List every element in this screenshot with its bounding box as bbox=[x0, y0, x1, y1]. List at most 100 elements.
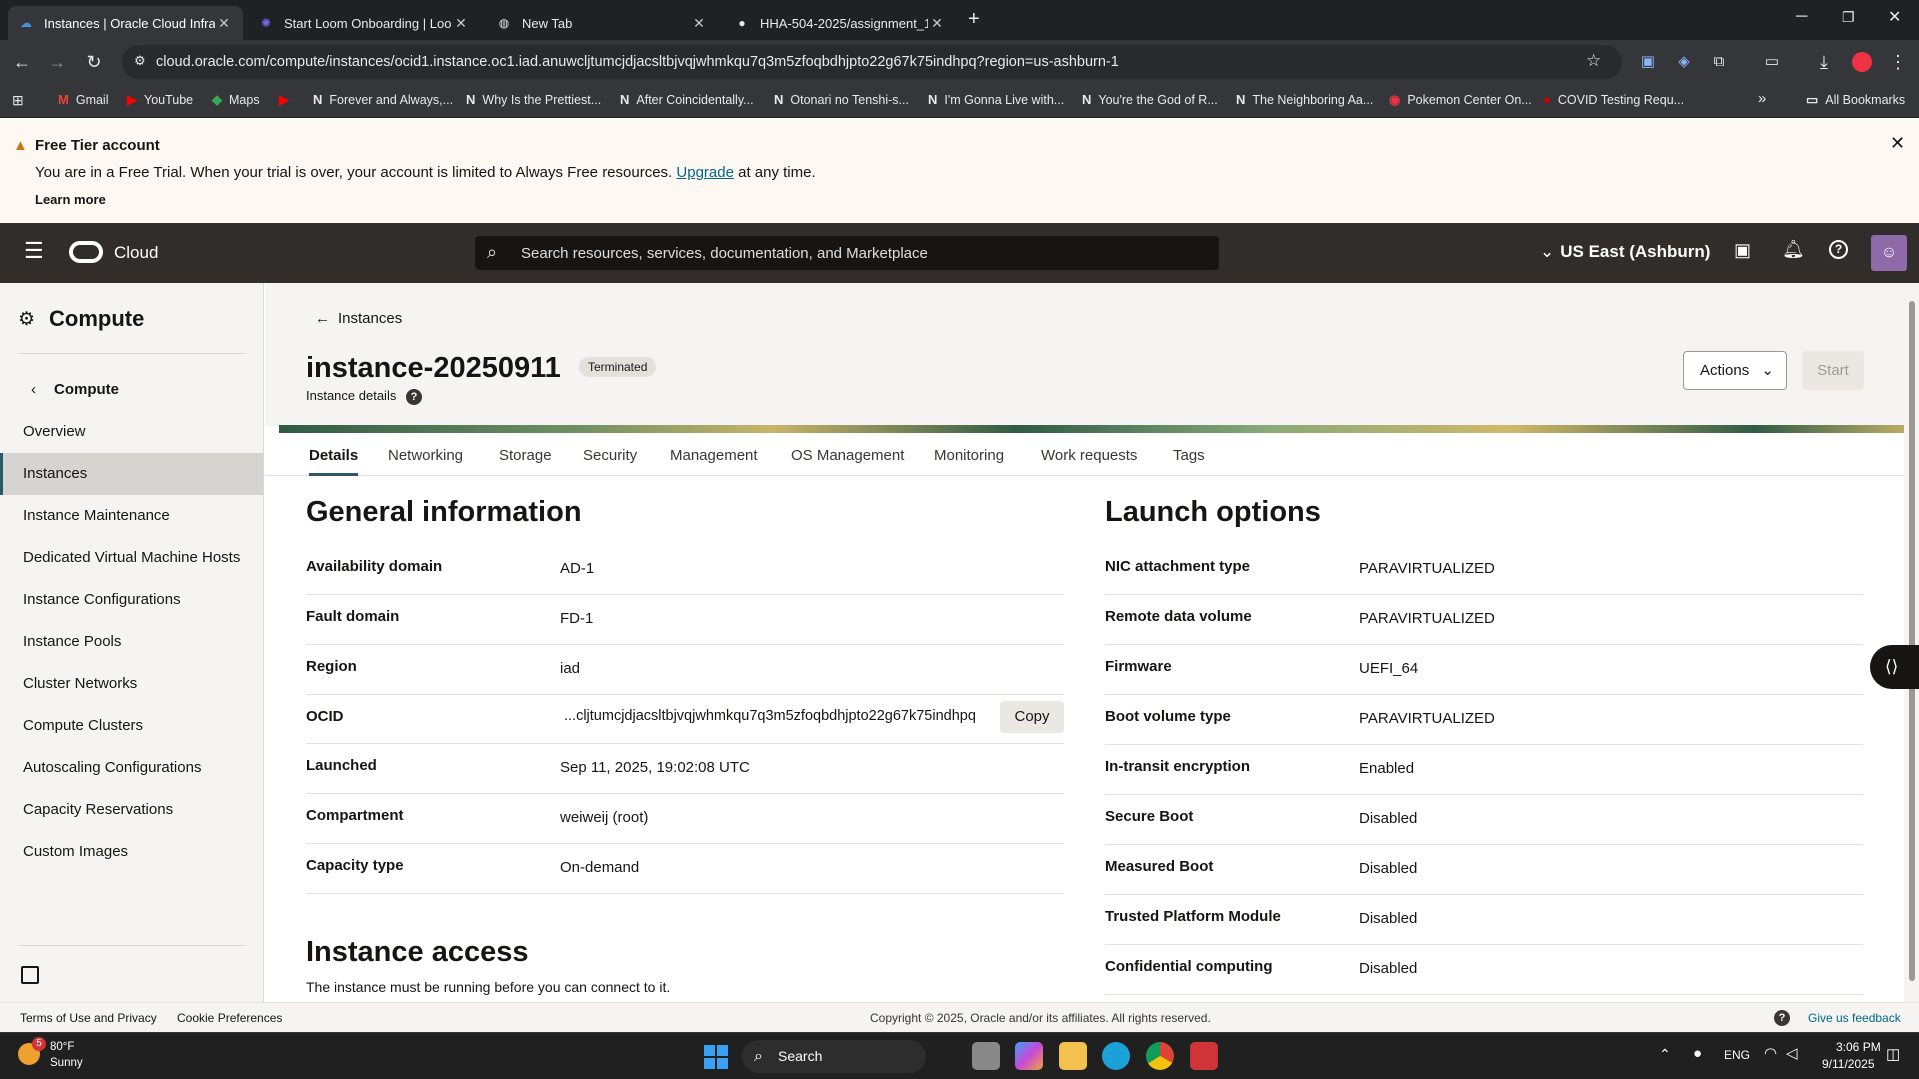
close-tab-icon[interactable]: ✕ bbox=[928, 15, 946, 32]
actions-button[interactable]: Actions ⌄ bbox=[1683, 351, 1787, 390]
weather-widget[interactable]: 5 80°F Sunny bbox=[18, 1037, 108, 1073]
close-window-icon[interactable]: ✕ bbox=[1888, 7, 1901, 27]
bookmark-novel-2[interactable]: N Why Is the Prettiest... bbox=[466, 92, 601, 107]
user-avatar[interactable]: ☺ bbox=[1871, 235, 1907, 271]
extension-icon-1[interactable]: ▣ bbox=[1636, 50, 1660, 74]
sidebar-back-compute[interactable]: ‹ Compute bbox=[31, 381, 119, 398]
taskbar-date[interactable]: 9/11/2025 bbox=[1822, 1057, 1875, 1071]
reload-icon[interactable]: ↻ bbox=[82, 50, 106, 74]
snipping-tool-icon[interactable] bbox=[1190, 1042, 1218, 1070]
start-button[interactable]: Start bbox=[1802, 351, 1864, 390]
sidebar-item-instances[interactable]: Instances bbox=[0, 453, 263, 495]
region-selector[interactable]: ⌄ US East (Ashburn) bbox=[1540, 242, 1710, 262]
bookmark-maps[interactable]: ◆ Maps bbox=[212, 92, 260, 108]
tab-monitoring[interactable]: Monitoring bbox=[934, 447, 1004, 464]
browser-tab-newtab[interactable]: ◍ New Tab ✕ bbox=[486, 6, 718, 40]
taskbar-time[interactable]: 3:06 PM bbox=[1836, 1040, 1881, 1054]
close-tab-icon[interactable]: ✕ bbox=[215, 15, 233, 32]
extensions-puzzle-icon[interactable]: ⧉ bbox=[1707, 50, 1731, 74]
learn-more-link[interactable]: Learn more bbox=[35, 192, 106, 207]
copilot-icon[interactable] bbox=[1015, 1042, 1043, 1070]
terms-link[interactable]: Terms of Use and Privacy bbox=[20, 1011, 157, 1025]
sidebar-item-autoscaling-configurations[interactable]: Autoscaling Configurations bbox=[0, 747, 263, 789]
url-input[interactable]: ⚙ cloud.oracle.com/compute/instances/oci… bbox=[122, 45, 1622, 79]
edge-icon[interactable] bbox=[1102, 1042, 1130, 1070]
restore-icon[interactable]: ❐ bbox=[1842, 9, 1855, 26]
feedback-help-icon[interactable]: ? bbox=[1774, 1010, 1790, 1026]
give-feedback-link[interactable]: Give us feedback bbox=[1808, 1011, 1901, 1025]
browser-tab-oracle[interactable]: ☁ Instances | Oracle Cloud Infrastr ✕ bbox=[8, 6, 243, 40]
apps-grid-icon[interactable]: ⊞ bbox=[12, 92, 24, 109]
chevron-up-icon[interactable]: ⌃ bbox=[1659, 1046, 1671, 1063]
windows-start-icon[interactable] bbox=[704, 1045, 728, 1069]
collapse-sidebar-icon[interactable] bbox=[21, 966, 39, 984]
sidebar-item-instance-pools[interactable]: Instance Pools bbox=[0, 621, 263, 663]
dismiss-notice-icon[interactable]: ✕ bbox=[1890, 133, 1905, 154]
help-circle-icon[interactable]: ? bbox=[405, 389, 422, 405]
breadcrumb[interactable]: ← Instances bbox=[315, 310, 402, 327]
sidebar-item-compute-clusters[interactable]: Compute Clusters bbox=[0, 705, 263, 747]
tab-details[interactable]: Details bbox=[309, 447, 359, 476]
bookmark-novel-5[interactable]: N I'm Gonna Live with... bbox=[928, 92, 1064, 107]
microphone-icon[interactable]: ● bbox=[1693, 1045, 1702, 1062]
language-indicator[interactable]: ENG bbox=[1724, 1048, 1750, 1062]
chrome-icon[interactable] bbox=[1146, 1042, 1174, 1070]
bookmark-covid[interactable]: ● COVID Testing Requ... bbox=[1543, 92, 1684, 107]
bookmark-youtube[interactable]: ▶ YouTube bbox=[127, 92, 193, 108]
close-tab-icon[interactable]: ✕ bbox=[452, 15, 470, 32]
bookmark-pokemon[interactable]: ◉ Pokemon Center On... bbox=[1389, 92, 1532, 108]
download-icon[interactable]: ⤓ bbox=[1812, 50, 1836, 74]
tab-management[interactable]: Management bbox=[670, 447, 758, 464]
forward-arrow-icon[interactable]: → bbox=[45, 50, 69, 74]
code-assistant-icon[interactable]: ⟨⟩ bbox=[1870, 645, 1919, 689]
file-explorer-icon[interactable] bbox=[1059, 1042, 1087, 1070]
sidebar-item-custom-images[interactable]: Custom Images bbox=[0, 831, 263, 873]
volume-icon[interactable]: ◁ bbox=[1786, 1044, 1798, 1062]
compartment-link[interactable]: weiweij (root) bbox=[560, 809, 648, 826]
notifications-bell-icon[interactable]: 🔔︎ bbox=[1782, 239, 1805, 260]
notification-center-icon[interactable]: ◫ bbox=[1886, 1045, 1900, 1063]
tab-os-management[interactable]: OS Management bbox=[791, 447, 904, 464]
scrollbar-thumb[interactable] bbox=[1909, 301, 1915, 981]
minimize-icon[interactable]: ─ bbox=[1796, 8, 1807, 26]
oracle-logo[interactable] bbox=[69, 241, 103, 263]
close-tab-icon[interactable]: ✕ bbox=[690, 15, 708, 32]
cookie-preferences-link[interactable]: Cookie Preferences bbox=[177, 1011, 282, 1025]
browser-menu-icon[interactable]: ⋮ bbox=[1886, 50, 1910, 74]
tab-work-requests[interactable]: Work requests bbox=[1041, 447, 1137, 464]
bookmark-star-icon[interactable]: ☆ bbox=[1586, 51, 1601, 71]
cloud-logo-text[interactable]: Cloud bbox=[114, 243, 158, 263]
copy-ocid-button[interactable]: Copy bbox=[1000, 701, 1064, 733]
sidebar-item-cluster-networks[interactable]: Cluster Networks bbox=[0, 663, 263, 705]
bookmark-novel-4[interactable]: N Otonari no Tenshi-s... bbox=[774, 92, 909, 107]
sidebar-item-instance-configurations[interactable]: Instance Configurations bbox=[0, 579, 263, 621]
bookmark-novel-3[interactable]: N After Coincidentally... bbox=[620, 92, 754, 107]
bookmark-video[interactable]: ▶ bbox=[279, 92, 296, 108]
sidebar-item-dedicated-vm-hosts[interactable]: Dedicated Virtual Machine Hosts bbox=[0, 537, 263, 579]
more-bookmarks-button[interactable]: » bbox=[1758, 90, 1766, 107]
help-icon[interactable]: ? bbox=[1829, 240, 1848, 259]
bookmark-novel-1[interactable]: N Forever and Always,... bbox=[313, 92, 453, 107]
page-scrollbar[interactable] bbox=[1904, 283, 1919, 1002]
tab-storage[interactable]: Storage bbox=[499, 447, 552, 464]
browser-tab-github[interactable]: ● HHA-504-2025/assignment_1/ ✕ bbox=[724, 6, 956, 40]
sidebar-item-overview[interactable]: Overview bbox=[0, 411, 263, 453]
bookmark-novel-7[interactable]: N The Neighboring Aa... bbox=[1236, 92, 1373, 107]
site-info-icon[interactable]: ⚙ bbox=[134, 53, 146, 69]
tab-security[interactable]: Security bbox=[583, 447, 637, 464]
task-view-icon[interactable] bbox=[972, 1042, 1000, 1070]
tab-tags[interactable]: Tags bbox=[1173, 447, 1205, 464]
profile-avatar[interactable] bbox=[1850, 50, 1874, 74]
global-search-input[interactable]: ⌕ Search resources, services, documentat… bbox=[475, 236, 1219, 270]
sidebar-item-instance-maintenance[interactable]: Instance Maintenance bbox=[0, 495, 263, 537]
bookmark-novel-6[interactable]: N You're the God of R... bbox=[1082, 92, 1218, 107]
all-bookmarks-button[interactable]: ▭ All Bookmarks bbox=[1806, 92, 1905, 108]
cloud-shell-icon[interactable]: ▣ bbox=[1734, 240, 1751, 261]
hamburger-menu-icon[interactable]: ☰ bbox=[24, 240, 44, 262]
new-tab-button[interactable]: + bbox=[968, 8, 980, 31]
upgrade-link[interactable]: Upgrade bbox=[676, 164, 734, 181]
tab-networking[interactable]: Networking bbox=[388, 447, 463, 464]
browser-tab-loom[interactable]: ✺ Start Loom Onboarding | Loom ✕ bbox=[248, 6, 480, 40]
extension-icon-2[interactable]: ◈ bbox=[1672, 50, 1696, 74]
sidebar-item-capacity-reservations[interactable]: Capacity Reservations bbox=[0, 789, 263, 831]
